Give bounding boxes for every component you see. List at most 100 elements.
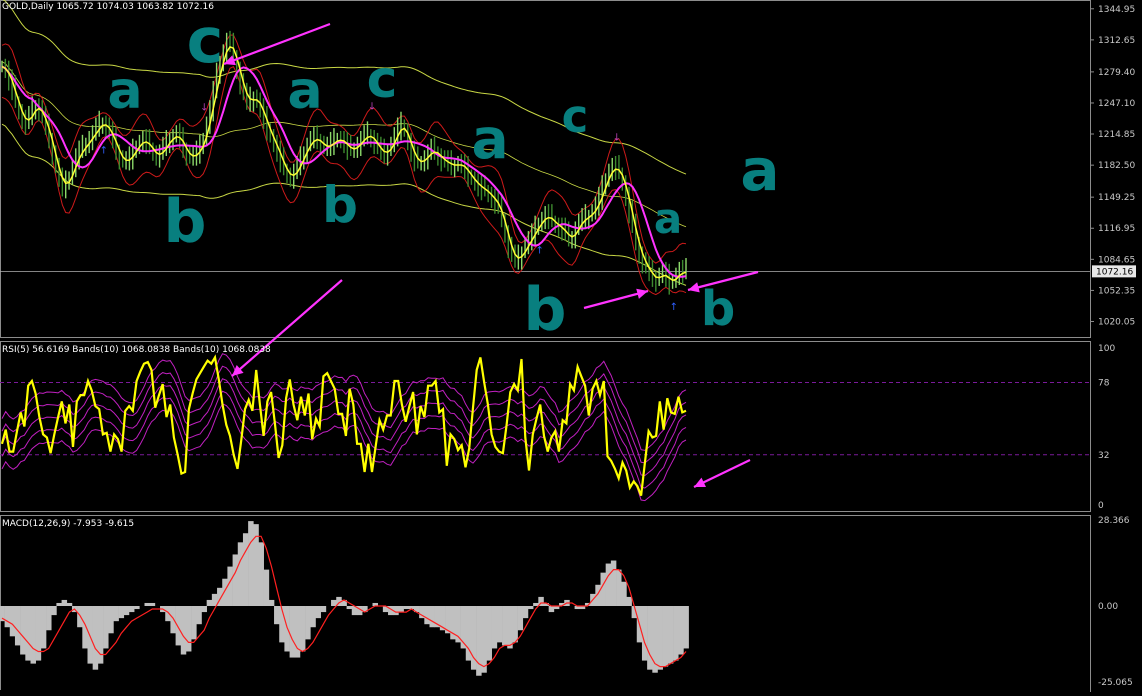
- wave-label: a: [471, 107, 508, 171]
- price-tick-label: 1149.25: [1098, 193, 1135, 203]
- macd-bar: [170, 606, 176, 634]
- macd-bar: [486, 606, 492, 661]
- macd-bar: [258, 542, 264, 607]
- macd-bar: [185, 606, 192, 652]
- macd-bar: [4, 606, 11, 628]
- fractal-marker: ↑: [535, 245, 543, 256]
- macd-bar: [315, 606, 321, 619]
- macd-bar: [25, 606, 31, 661]
- price-tick-label: 1052.35: [1098, 286, 1135, 296]
- macd-bar: [683, 606, 689, 649]
- wave-label: a: [107, 61, 142, 121]
- macd-bar: [263, 569, 270, 607]
- macd-header: MACD(12,26,9) -7.953 -9.615: [2, 519, 134, 529]
- macd-bar: [548, 606, 555, 613]
- macd-bar: [533, 602, 539, 607]
- price-tick-label: 1312.65: [1098, 36, 1135, 46]
- macd-bar: [398, 606, 404, 613]
- macd-bar: [128, 606, 135, 613]
- date-strip: [0, 690, 1090, 696]
- macd-bar: [227, 566, 233, 607]
- macd-bar: [196, 606, 202, 625]
- macd-bar: [305, 606, 311, 640]
- wave-label: b: [524, 275, 567, 345]
- wave-label: b: [701, 281, 735, 337]
- fractal-marker: ↑: [100, 145, 108, 156]
- macd-bar: [667, 606, 674, 664]
- macd-bar: [310, 606, 316, 628]
- macd-bar: [20, 606, 26, 655]
- macd-bar: [320, 606, 327, 613]
- macd-bar: [92, 606, 99, 670]
- macd-bar: [232, 554, 239, 607]
- macd-bar: [678, 606, 684, 655]
- macd-bar: [673, 606, 679, 661]
- macd-bar: [237, 542, 244, 607]
- price-header: GOLD,Daily 1065.72 1074.03 1063.82 1072.…: [2, 2, 214, 12]
- macd-bar: [222, 578, 228, 607]
- macd-tick-label: 0.00: [1098, 602, 1118, 612]
- macd-bar: [175, 606, 182, 646]
- wave-label: c: [367, 50, 398, 110]
- wave-label: a: [740, 136, 779, 204]
- macd-bar: [527, 606, 534, 610]
- macd-bar: [51, 606, 57, 616]
- macd-bar: [600, 572, 606, 607]
- macd-bar: [123, 606, 130, 616]
- price-tick-label: 1279.40: [1098, 68, 1135, 78]
- macd-bar: [35, 606, 42, 661]
- macd-bar: [657, 606, 663, 670]
- macd-bar: [56, 602, 62, 607]
- rsi-header: RSI(5) 56.6169 Bands(10) 1068.0838 Bands…: [2, 345, 271, 355]
- fractal-marker: ↓: [200, 103, 208, 114]
- macd-bar: [87, 606, 93, 664]
- macd-bar: [610, 560, 617, 607]
- rsi-tick-label: 32: [1098, 451, 1109, 461]
- macd-bar: [274, 606, 280, 625]
- macd-bar: [481, 606, 487, 673]
- macd-bar: [201, 606, 207, 613]
- macd-bar: [507, 606, 513, 649]
- macd-tick-label: -25.065: [1098, 678, 1133, 688]
- macd-bar: [180, 606, 187, 655]
- chart-root: ↑↓ ↓↑↓↑ 1344.951312.651279.401247.101214.…: [0, 0, 1142, 696]
- macd-bar: [191, 606, 197, 640]
- macd-bar: [30, 606, 36, 664]
- macd-bar: [299, 606, 306, 652]
- macd-bar: [248, 521, 254, 607]
- rsi-tick-label: 100: [1098, 344, 1115, 354]
- macd-bar: [616, 569, 622, 607]
- macd-bar: [496, 606, 503, 643]
- macd-bar: [165, 606, 171, 622]
- wave-label: c: [562, 90, 589, 143]
- macd-bar: [144, 602, 150, 607]
- price-tick-label: 1116.95: [1098, 224, 1135, 234]
- macd-bar: [331, 599, 337, 607]
- macd-bar: [403, 606, 410, 610]
- macd-bar: [626, 596, 632, 607]
- current-price-label: 1072.16: [1096, 267, 1133, 277]
- macd-bar: [242, 533, 249, 607]
- macd-bar: [522, 606, 529, 619]
- macd-bar: [429, 606, 435, 628]
- macd-bar: [517, 606, 524, 631]
- macd-bar: [103, 606, 109, 649]
- wave-label: a: [654, 194, 682, 243]
- macd-bar: [118, 606, 125, 619]
- macd-bar: [14, 606, 21, 646]
- macd-bar: [621, 581, 627, 607]
- fractal-marker: ↑: [670, 302, 678, 313]
- wave-label: a: [287, 61, 322, 121]
- price-tick-label: 1020.05: [1098, 318, 1135, 328]
- rsi-tick-label: 78: [1098, 379, 1110, 389]
- price-tick-label: 1084.65: [1098, 255, 1135, 265]
- macd-bar: [424, 606, 430, 625]
- macd-bar: [61, 599, 68, 607]
- macd-bar: [113, 606, 119, 622]
- price-tick-label: 1344.95: [1098, 5, 1135, 15]
- macd-bar: [82, 606, 88, 649]
- macd-bar: [641, 606, 648, 661]
- wave-label: b: [322, 176, 358, 234]
- macd-bar: [662, 606, 669, 667]
- wave-label: c: [187, 4, 224, 77]
